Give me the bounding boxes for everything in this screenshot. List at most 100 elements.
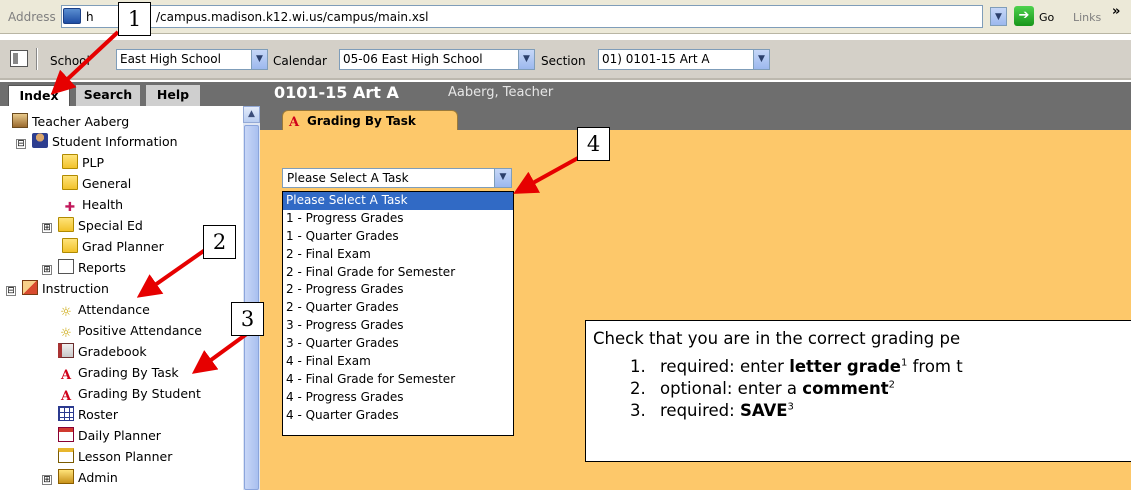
main-tabbar: A Grading By Task [260, 106, 1131, 132]
school-label: School [50, 54, 90, 68]
page-subtitle: Aaberg, Teacher [448, 85, 554, 100]
school-select[interactable]: East High School ▼ [116, 49, 268, 70]
note-item: 2. optional: enter a comment2 [630, 379, 895, 398]
callout-4: 4 [577, 127, 610, 161]
calendar-select-value: 05-06 East High School [343, 52, 483, 66]
task-option[interactable]: 2 - Final Exam [283, 246, 513, 264]
ie-page-icon [63, 8, 81, 24]
calendar-label: Calendar [273, 54, 327, 68]
folder-icon [62, 154, 78, 169]
task-option[interactable]: 4 - Final Grade for Semester [283, 371, 513, 389]
toolbar-separator [36, 48, 38, 70]
tab-search[interactable]: Search [76, 85, 140, 106]
callout-2: 2 [203, 225, 236, 259]
section-label: Section [541, 54, 586, 68]
chevron-down-icon[interactable]: ▼ [753, 50, 769, 69]
tree-item-admin[interactable]: ⊞ Admin [42, 468, 118, 488]
callout-1: 1 [118, 2, 151, 36]
folder-icon [62, 238, 78, 253]
note-item: 3. required: SAVE3 [630, 401, 794, 420]
address-dropdown-button[interactable]: ▼ [990, 7, 1007, 26]
note-item: 1. required: enter letter grade1 from t [630, 357, 963, 376]
instruction-note: Check that you are in the correct gradin… [585, 320, 1131, 462]
tab-help[interactable]: Help [146, 85, 200, 106]
task-option[interactable]: 4 - Quarter Grades [283, 407, 513, 425]
calendar-select[interactable]: 05-06 East High School ▼ [339, 49, 535, 70]
collapse-toggle-icon[interactable]: ⊟ [6, 286, 16, 296]
tree-item-grad-planner[interactable]: Grad Planner [62, 237, 164, 257]
tree-item-lesson-planner[interactable]: Lesson Planner [58, 447, 172, 467]
tree-item-instruction[interactable]: ⊟ Instruction [6, 279, 109, 299]
frame-toggle-icon[interactable] [10, 50, 28, 67]
document-icon [58, 259, 74, 274]
tab-index[interactable]: Index [8, 85, 70, 106]
task-option[interactable]: 2 - Progress Grades [283, 281, 513, 299]
positive-attendance-icon: ☼ [60, 326, 72, 341]
task-option[interactable]: 4 - Progress Grades [283, 389, 513, 407]
tree-item-student-information[interactable]: ⊟ Student Information [16, 132, 178, 152]
task-option[interactable]: 2 - Final Grade for Semester [283, 264, 513, 282]
tree-item-plp[interactable]: PLP [62, 153, 104, 173]
links-button[interactable]: Links [1073, 11, 1101, 24]
health-icon: ✚ [64, 199, 76, 214]
tree-item-general[interactable]: General [62, 174, 131, 194]
tree-item-grading-by-student[interactable]: A Grading By Student [58, 384, 201, 404]
task-option[interactable]: 1 - Quarter Grades [283, 228, 513, 246]
tree-item-teacher[interactable]: Teacher Aaberg [12, 112, 129, 132]
student-info-icon [32, 133, 48, 148]
scroll-up-icon[interactable]: ▲ [243, 106, 260, 123]
address-label: Address [8, 10, 56, 24]
note-heading: Check that you are in the correct gradin… [593, 329, 961, 348]
go-button[interactable]: Go [1039, 11, 1054, 24]
address-bar: Address h /campus.madison.k12.wi.us/camp… [0, 0, 1131, 34]
tree-item-roster[interactable]: Roster [58, 405, 118, 425]
task-option[interactable]: 3 - Progress Grades [283, 317, 513, 335]
navigation-tree: Teacher Aaberg ⊟ Student Information PLP … [0, 106, 243, 490]
task-dropdown-list[interactable]: Please Select A Task 1 - Progress Grades 1… [282, 191, 514, 436]
task-option[interactable]: 1 - Progress Grades [283, 210, 513, 228]
roster-icon [58, 406, 74, 421]
go-arrow-icon[interactable]: ➔ [1014, 6, 1034, 26]
tree-item-reports[interactable]: ⊞ Reports [42, 258, 126, 278]
task-option[interactable]: 3 - Quarter Grades [283, 335, 513, 353]
campus-toolbar: School East High School ▼ Calendar 05-06… [0, 40, 1131, 80]
task-option[interactable]: 4 - Final Exam [283, 353, 513, 371]
tree-item-gradebook[interactable]: Gradebook [58, 342, 147, 362]
tree-scrollbar[interactable]: ▲ [243, 106, 260, 490]
lesson-planner-icon [58, 448, 74, 463]
task-select-value: Please Select A Task [287, 171, 409, 185]
links-chevron-icon[interactable]: » [1112, 4, 1120, 19]
task-option[interactable]: 2 - Quarter Grades [283, 299, 513, 317]
chevron-down-icon[interactable]: ▼ [518, 50, 534, 69]
task-option[interactable]: Please Select A Task [283, 192, 513, 210]
teacher-icon [12, 113, 28, 128]
expand-toggle-icon[interactable]: ⊞ [42, 475, 52, 485]
expand-toggle-icon[interactable]: ⊞ [42, 223, 52, 233]
expand-toggle-icon[interactable]: ⊞ [42, 265, 52, 275]
address-url: /campus.madison.k12.wi.us/campus/main.xs… [156, 10, 429, 24]
folder-icon [58, 217, 74, 232]
tree-item-attendance[interactable]: ☼ Attendance [58, 300, 150, 320]
attendance-icon: ☼ [60, 305, 72, 320]
section-select-value: 01) 0101-15 Art A [602, 52, 710, 66]
school-select-value: East High School [120, 52, 221, 66]
grading-icon: A [58, 368, 74, 383]
tree-item-daily-planner[interactable]: Daily Planner [58, 426, 161, 446]
address-url-prefix: h [86, 10, 94, 24]
task-select[interactable]: Please Select A Task ▼ [282, 168, 512, 188]
grading-icon: A [58, 389, 74, 404]
gradebook-icon [58, 343, 74, 358]
section-select[interactable]: 01) 0101-15 Art A ▼ [598, 49, 770, 70]
chevron-down-icon[interactable]: ▼ [251, 50, 267, 69]
tree-item-grading-by-task[interactable]: A Grading By Task [58, 363, 179, 383]
admin-folder-icon [58, 469, 74, 484]
instruction-icon [22, 280, 38, 295]
tree-item-positive-attendance[interactable]: ☼ Positive Attendance [58, 321, 202, 341]
collapse-toggle-icon[interactable]: ⊟ [16, 139, 26, 149]
tree-item-health[interactable]: ✚ Health [62, 195, 123, 215]
navigation-tabs: Index Search Help [0, 82, 260, 106]
tab-grading-by-task[interactable]: A Grading By Task [282, 110, 458, 132]
tree-item-special-ed[interactable]: ⊞ Special Ed [42, 216, 143, 236]
chevron-down-icon[interactable]: ▼ [494, 169, 511, 187]
folder-icon [62, 175, 78, 190]
